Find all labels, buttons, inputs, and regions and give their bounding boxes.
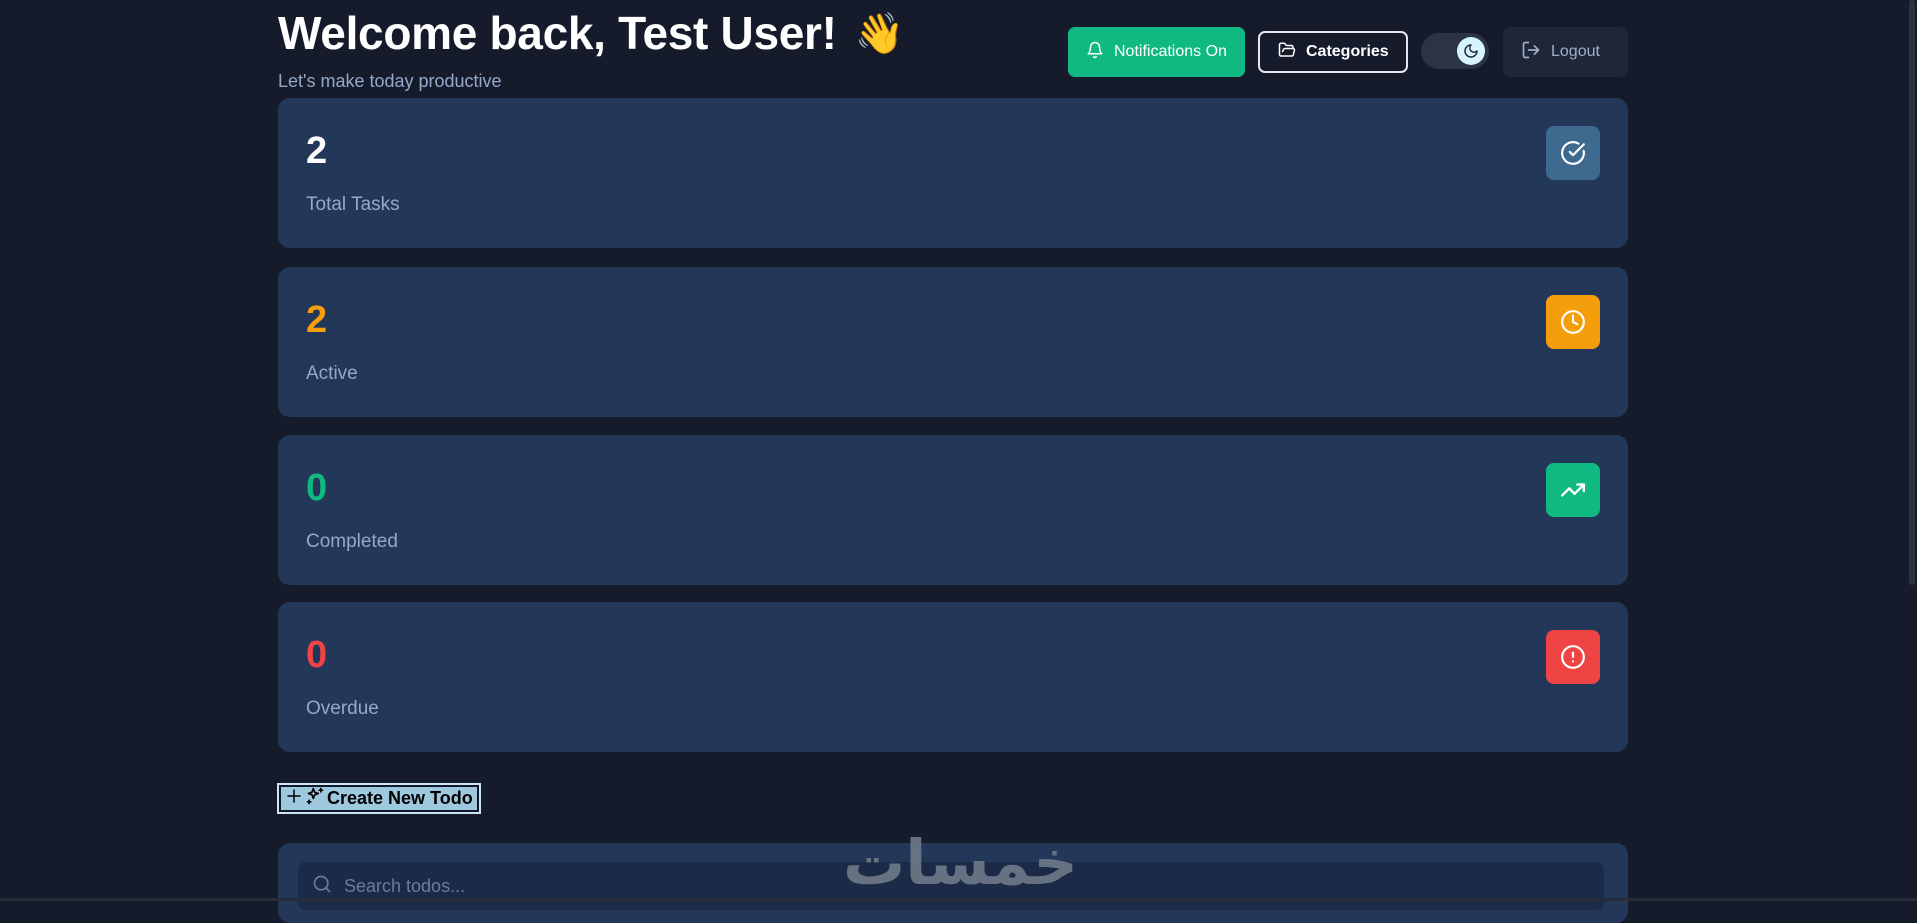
stat-card-overdue: 0 Overdue [278, 602, 1628, 752]
stat-label: Active [306, 363, 358, 384]
notifications-label: Notifications On [1114, 43, 1227, 60]
clock-icon [1546, 295, 1600, 349]
logout-button[interactable]: Logout [1503, 27, 1628, 77]
bell-icon [1086, 41, 1104, 64]
sparkles-icon [305, 786, 325, 811]
stat-card-total: 2 Total Tasks [278, 98, 1628, 248]
logout-icon [1521, 40, 1541, 65]
stat-label: Overdue [306, 698, 379, 719]
theme-toggle[interactable] [1421, 33, 1489, 69]
stat-card-active: 2 Active [278, 267, 1628, 417]
trending-up-icon [1546, 463, 1600, 517]
alert-circle-icon [1546, 630, 1600, 684]
plus-icon [285, 787, 303, 810]
categories-button[interactable]: Categories [1258, 31, 1408, 73]
page-title: Welcome back, Test User! 👋 [278, 6, 904, 60]
stat-value: 2 [306, 130, 328, 172]
scrollbar[interactable] [1907, 0, 1917, 901]
scrollbar-thumb[interactable] [1909, 0, 1915, 585]
categories-label: Categories [1306, 43, 1389, 60]
stat-label: Completed [306, 531, 398, 552]
watermark-logo: خمسات [843, 826, 1078, 899]
page-subtitle: Let's make today productive [278, 71, 502, 91]
notifications-button[interactable]: Notifications On [1068, 27, 1245, 77]
folder-open-icon [1278, 41, 1296, 64]
logout-label: Logout [1551, 43, 1600, 60]
stat-value: 2 [306, 299, 328, 341]
create-todo-label: Create New Todo [327, 788, 473, 808]
welcome-heading: Welcome back, Test User! [278, 7, 837, 59]
moon-icon [1457, 37, 1485, 65]
check-circle-icon [1546, 126, 1600, 180]
stat-card-completed: 0 Completed [278, 435, 1628, 585]
stat-value: 0 [306, 467, 328, 509]
stat-value: 0 [306, 634, 328, 676]
search-icon [312, 874, 332, 899]
stat-label: Total Tasks [306, 194, 400, 215]
wave-emoji: 👋 [854, 11, 905, 56]
create-todo-button[interactable]: Create New Todo [277, 783, 481, 814]
